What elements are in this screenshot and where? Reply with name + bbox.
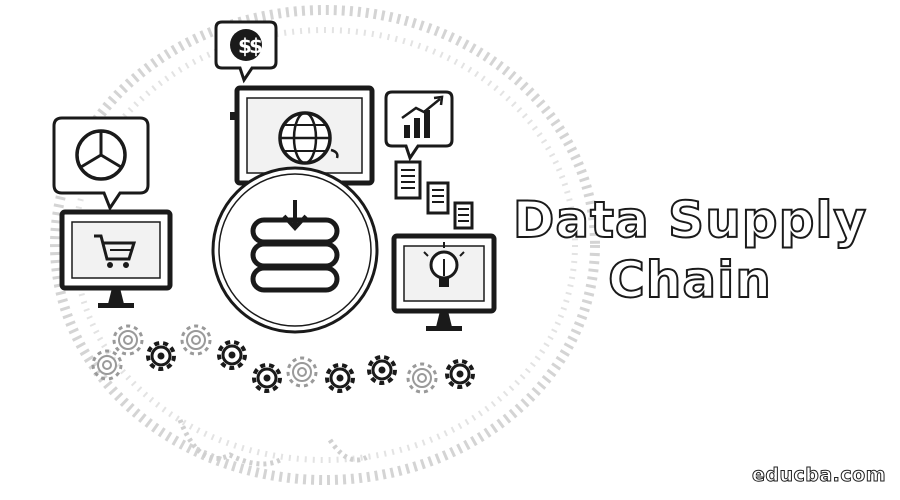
illustration-canvas: $ $ Data Supply Chain educba.com bbox=[0, 0, 900, 500]
page-title: Data Supply Chain bbox=[505, 190, 875, 310]
pie-chart-bubble-icon bbox=[52, 116, 150, 212]
svg-text:$: $ bbox=[249, 34, 263, 58]
site-watermark: educba.com bbox=[751, 464, 886, 487]
title-line-1: Data Supply bbox=[512, 190, 868, 250]
title-line-2: Chain bbox=[607, 250, 772, 310]
database-download-icon bbox=[211, 166, 379, 334]
